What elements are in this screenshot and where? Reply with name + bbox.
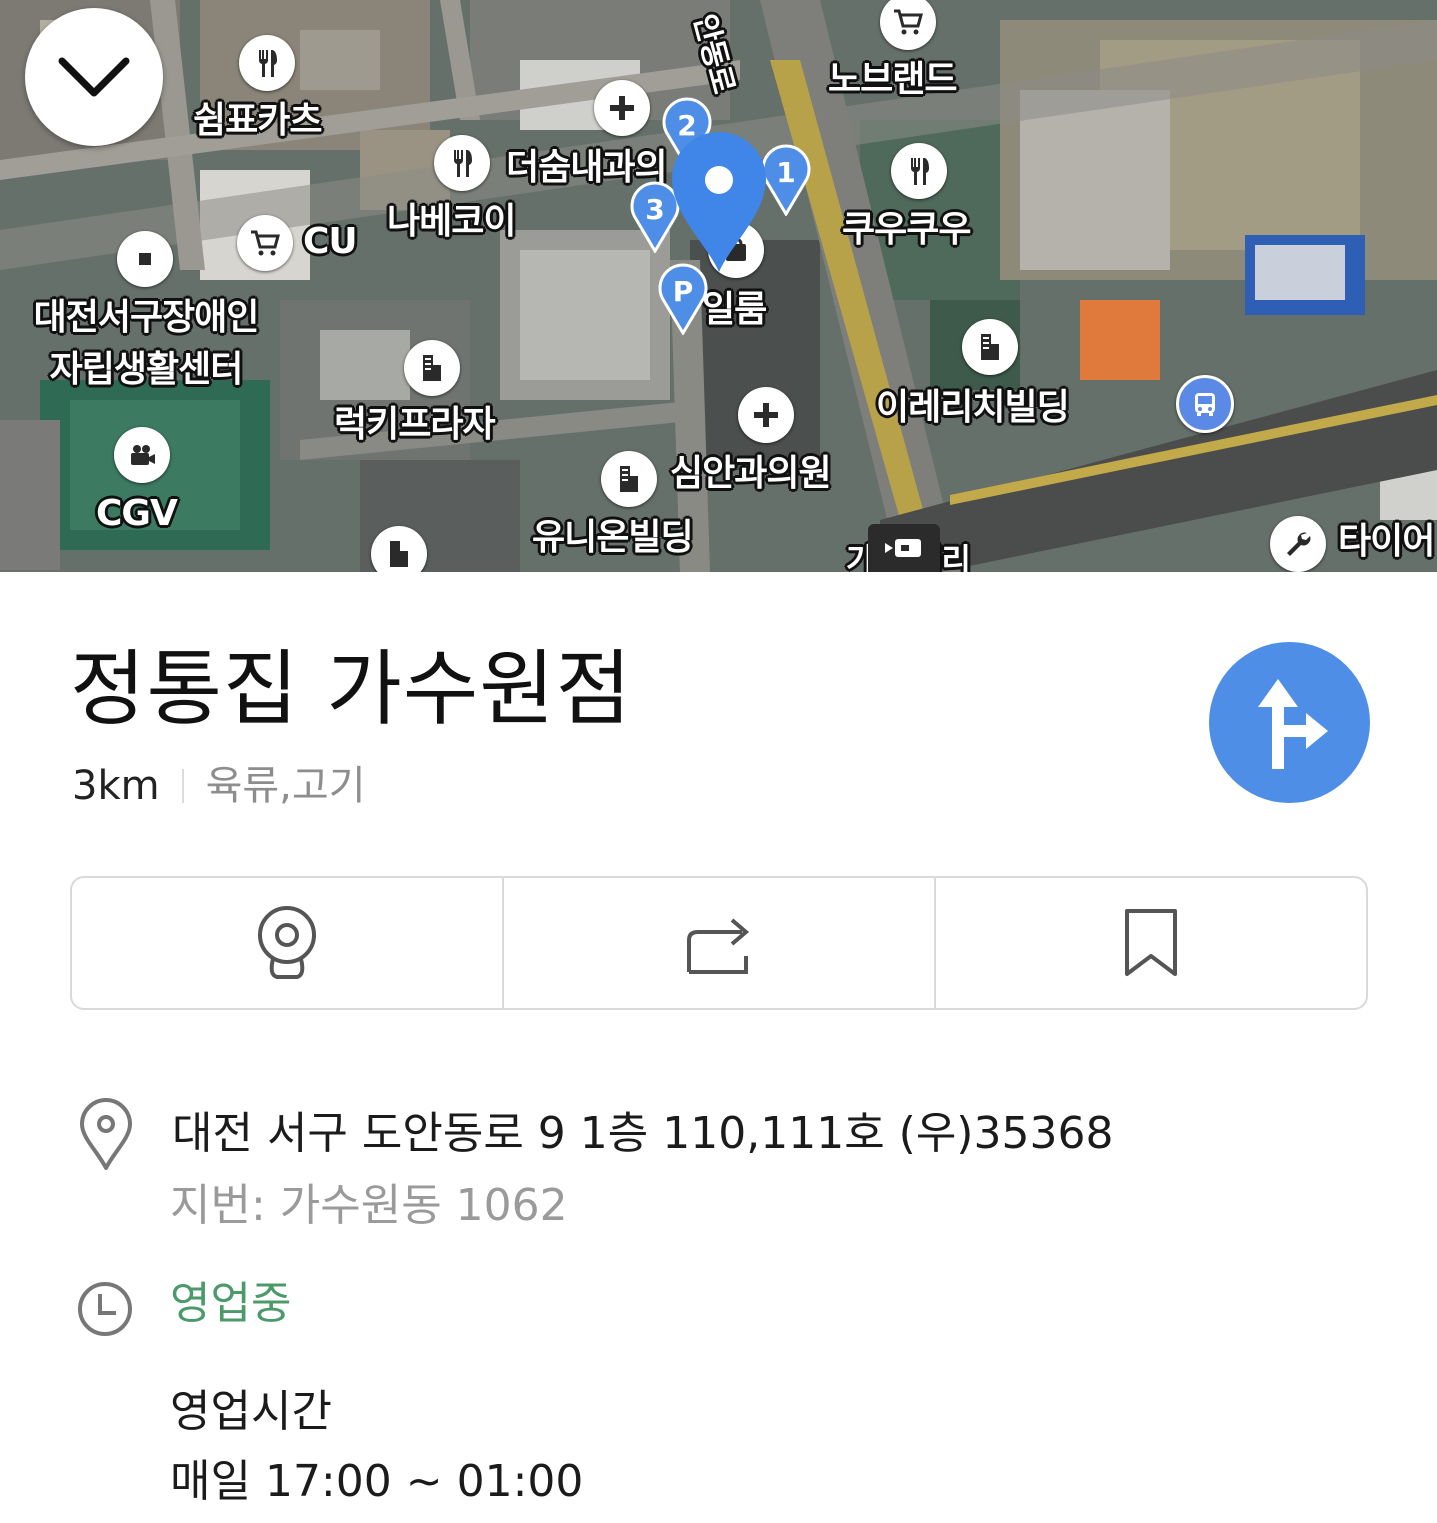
address-road[interactable]: 대전 서구 도안동로 9 1층 110,111호 (우)35368 (172, 1106, 1113, 1162)
cinema-icon[interactable] (114, 427, 170, 483)
restaurant-icon[interactable] (891, 143, 947, 199)
label-disabled-center-line1[interactable]: 대전서구장애인 (8, 298, 284, 338)
place-title: 정통집 가수원점 (70, 642, 633, 737)
camera-icon (885, 539, 921, 557)
label-nabekoi[interactable]: 나베코이 (387, 202, 516, 242)
collapse-map-button[interactable] (25, 8, 163, 146)
address-jibun: 지번: 가수원동 1062 (170, 1180, 568, 1231)
open-status: 영업중 (170, 1278, 292, 1329)
place-meta: 3km 육류,고기 (72, 762, 366, 810)
building-icon[interactable] (601, 451, 657, 507)
label-shimpyo[interactable]: 쉼표카츠 (193, 101, 322, 141)
hours-value: 매일 17:00 ~ 01:00 (170, 1456, 584, 1507)
svg-text:1: 1 (776, 156, 795, 189)
satellite-map[interactable]: 쉼표카츠 노브랜드 더숨내과의 나베코이 CU 쿠우쿠우 대전서구장애인 자립생… (0, 0, 1437, 572)
building-icon[interactable] (404, 340, 460, 396)
label-union[interactable]: 유니온빌딩 (532, 518, 694, 558)
distance-text: 3km (72, 763, 160, 809)
directions-button[interactable] (1209, 642, 1370, 803)
label-tire[interactable]: 타이어 (1338, 522, 1435, 562)
location-pin-icon (80, 1098, 132, 1170)
svg-text:P: P (673, 275, 694, 308)
meta-divider (181, 769, 184, 803)
building-icon[interactable] (962, 319, 1018, 375)
hospital-icon[interactable] (594, 80, 650, 136)
label-nobrand[interactable]: 노브랜드 (828, 60, 957, 100)
hospital-icon[interactable] (738, 387, 794, 443)
clock-icon (78, 1282, 132, 1336)
action-bar (70, 876, 1368, 1010)
cctv-icon (258, 906, 316, 979)
category-text: 육류,고기 (205, 763, 366, 809)
restaurant-icon[interactable] (239, 35, 295, 91)
cctv-chip[interactable] (868, 524, 940, 572)
cart-icon[interactable] (237, 215, 293, 271)
label-lucky-plaza[interactable]: 럭키프라자 (334, 405, 496, 445)
directions-arrow-icon (1257, 678, 1328, 769)
chevron-down-icon (58, 57, 130, 97)
share-icon (687, 918, 750, 974)
svg-text:3: 3 (645, 193, 664, 226)
label-cu[interactable]: CU (303, 222, 358, 262)
label-irerich[interactable]: 이레리치빌딩 (876, 388, 1070, 428)
wrench-icon[interactable] (1270, 516, 1326, 572)
label-ilroom[interactable]: 일룸 (702, 290, 767, 330)
facility-icon[interactable] (117, 231, 173, 287)
cctv-button[interactable] (72, 878, 502, 1008)
hours-title: 영업시간 (170, 1386, 332, 1437)
restaurant-icon[interactable] (434, 135, 490, 191)
location-marker-icon[interactable] (668, 128, 770, 274)
bookmark-button[interactable] (934, 878, 1366, 1008)
label-disabled-center-line2[interactable]: 자립생활센터 (8, 350, 284, 390)
label-simahn[interactable]: 심안과의원 (670, 454, 832, 494)
bookmark-icon (1125, 909, 1177, 976)
bus-stop-icon[interactable] (1176, 375, 1234, 433)
share-button[interactable] (502, 878, 934, 1008)
label-cgv[interactable]: CGV (96, 494, 178, 534)
label-kuukuu[interactable]: 쿠우쿠우 (842, 210, 971, 250)
